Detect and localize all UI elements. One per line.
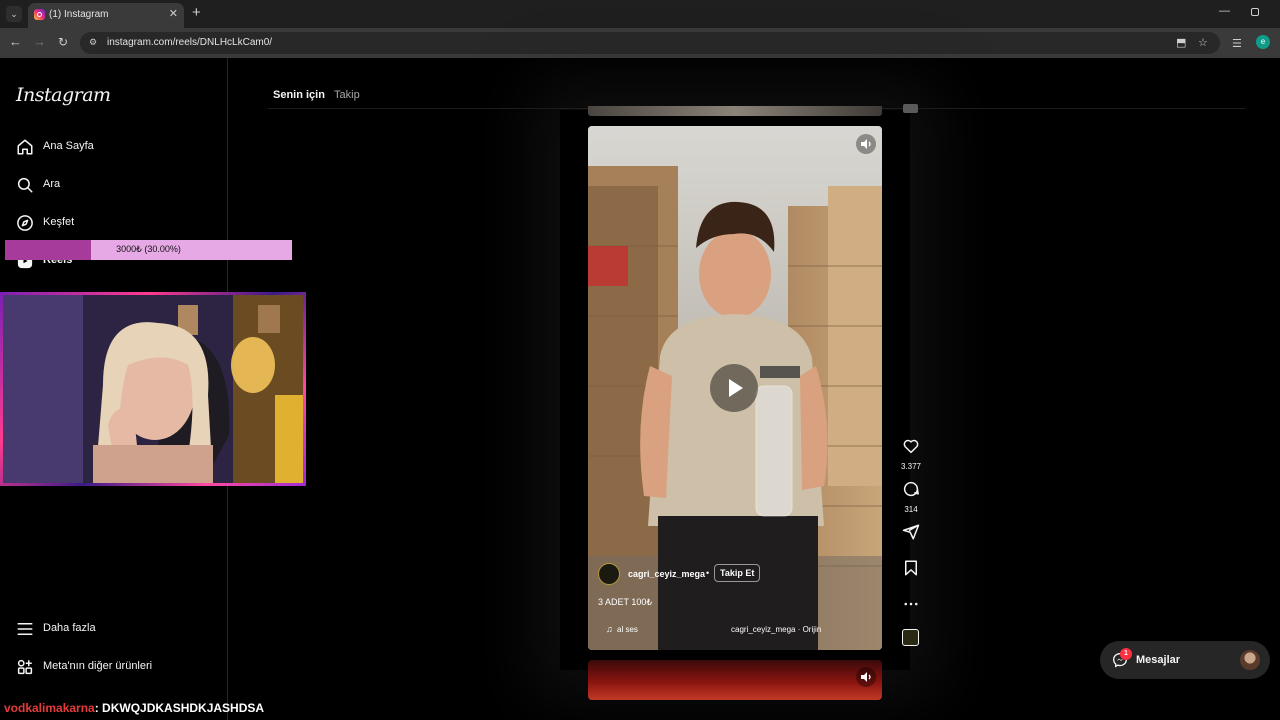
webcam-overlay	[0, 292, 306, 486]
like-count: 3.377	[900, 462, 922, 471]
reel-video[interactable]: cagri_ceyiz_mega • Takip Et 3 ADET 100₺ …	[588, 126, 882, 650]
extensions-icon[interactable]: ☰	[1232, 37, 1242, 50]
speaker-icon	[861, 139, 871, 149]
browser-tab[interactable]: (1) Instagram ✕	[28, 3, 184, 28]
reel-author-username[interactable]: cagri_ceyiz_mega	[628, 569, 705, 579]
instagram-logo[interactable]: Instagram	[16, 84, 111, 106]
send-icon	[902, 524, 920, 540]
speaker-icon	[861, 672, 871, 682]
more-dots-icon	[904, 602, 918, 606]
music-note-icon: ♫	[606, 624, 613, 634]
save-button[interactable]	[896, 559, 926, 582]
forward-icon[interactable]: →	[33, 34, 46, 50]
audio-label[interactable]: al ses	[617, 625, 638, 634]
sidebar-item-search[interactable]: Ara	[16, 174, 216, 198]
chat-username: vodkalimakarna	[4, 701, 95, 715]
previous-reel-thumbnail	[903, 104, 918, 113]
sidebar-item-more[interactable]: Daha fazla	[16, 618, 216, 642]
tab-search-dropdown-icon[interactable]: ⌄	[6, 6, 22, 22]
chat-text: : DKWQJDKASHDKJASHDSA	[94, 701, 265, 715]
donation-goal-bar: 3000₺ (30.00%)	[5, 240, 292, 260]
minimize-window-icon[interactable]: —	[1219, 5, 1230, 17]
comment-button[interactable]: 314	[896, 480, 926, 514]
more-options-button[interactable]	[896, 595, 926, 618]
meta-apps-icon	[17, 659, 33, 675]
bookmark-star-icon[interactable]: ☆	[1198, 36, 1208, 49]
url-input[interactable]: ⚙ instagram.com/reels/DNLHcLkCam0/ ⬒ ☆	[80, 32, 1220, 54]
comment-count: 314	[904, 505, 918, 514]
reload-icon[interactable]: ↻	[58, 34, 68, 50]
home-icon	[17, 139, 33, 155]
comment-icon	[903, 481, 919, 497]
new-tab-icon[interactable]: +	[192, 5, 201, 21]
sidebar-item-label: Ana Sayfa	[43, 140, 94, 152]
follow-button[interactable]: Takip Et	[714, 564, 761, 582]
next-reel[interactable]	[588, 660, 882, 700]
reel-author-avatar[interactable]	[598, 563, 620, 585]
sidebar-item-home[interactable]: Ana Sayfa	[16, 136, 216, 160]
share-button[interactable]	[896, 523, 926, 546]
mute-button[interactable]	[856, 134, 876, 154]
sidebar-item-label: Meta'nın diğer ürünleri	[43, 660, 153, 672]
browser-tab-bar: ⌄ (1) Instagram ✕ + —	[0, 0, 1280, 28]
tab-for-you[interactable]: Senin için	[273, 89, 325, 101]
like-button[interactable]: 3.377	[896, 437, 926, 471]
sidebar-item-explore[interactable]: Keşfet	[16, 212, 216, 236]
compass-icon	[17, 215, 33, 231]
play-button[interactable]	[710, 364, 758, 412]
bookmark-icon	[905, 560, 917, 576]
heart-icon	[903, 439, 919, 454]
play-icon	[729, 379, 743, 397]
separator-dot: •	[706, 568, 710, 578]
mute-button[interactable]	[856, 667, 876, 687]
messages-button[interactable]: 1 Mesajlar	[1100, 641, 1270, 679]
instagram-favicon-icon	[34, 9, 45, 20]
menu-icon	[17, 623, 33, 635]
reel-caption[interactable]: 3 ADET 100₺	[598, 597, 652, 608]
profile-avatar[interactable]: e	[1256, 35, 1270, 49]
install-app-icon[interactable]: ⬒	[1176, 36, 1186, 49]
address-bar: ← → ↻ ⚙ instagram.com/reels/DNLHcLkCam0/…	[0, 28, 1280, 58]
donation-goal-text: 3000₺ (30.00%)	[116, 244, 181, 254]
sidebar-item-meta-apps[interactable]: Meta'nın diğer ürünleri	[16, 656, 216, 680]
audio-thumbnail[interactable]	[902, 629, 919, 646]
messages-badge: 1	[1120, 648, 1132, 660]
feed-tabs: Senin için Takip	[273, 89, 360, 101]
tab-title: (1) Instagram	[49, 9, 109, 20]
back-icon[interactable]: ←	[9, 34, 22, 50]
restore-window-icon[interactable]	[1251, 8, 1259, 16]
sidebar-item-label: Ara	[43, 178, 61, 190]
sidebar-item-label: Daha fazla	[43, 622, 96, 634]
messages-label: Mesajlar	[1136, 654, 1181, 666]
webcam-image	[3, 295, 303, 483]
webcam-feed	[3, 295, 303, 483]
previous-reel[interactable]	[588, 106, 882, 116]
url-text: instagram.com/reels/DNLHcLkCam0/	[107, 37, 273, 48]
tab-close-icon[interactable]: ✕	[169, 7, 178, 20]
tab-following[interactable]: Takip	[334, 89, 360, 101]
sidebar-item-label: Keşfet	[43, 216, 75, 228]
audio-source[interactable]: cagri_ceyiz_mega · Orijin	[731, 625, 821, 634]
chat-message: vodkalimakarna: DKWQJDKASHDKJASHDSA	[4, 701, 264, 715]
messages-avatar	[1240, 650, 1260, 670]
site-info-icon[interactable]: ⚙	[89, 37, 100, 48]
search-icon	[17, 177, 33, 193]
